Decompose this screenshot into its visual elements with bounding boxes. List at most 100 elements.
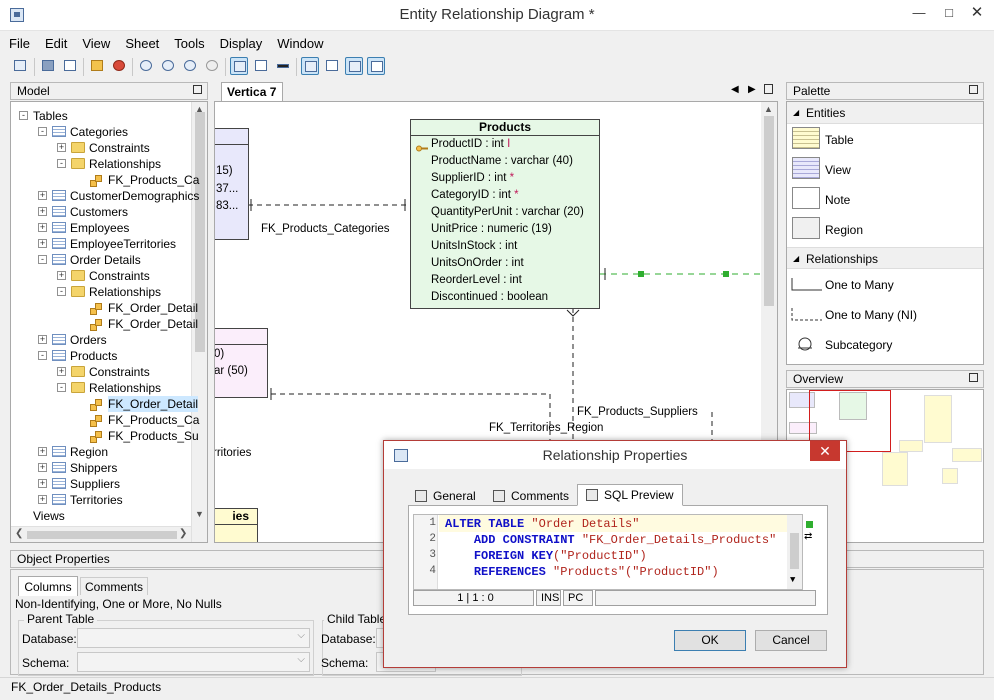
palette-item-one-to-many-ni[interactable]: One to Many (NI): [825, 308, 917, 322]
relationship-label[interactable]: FK_Products_Categories: [261, 223, 389, 235]
tree-item[interactable]: + Orders: [11, 332, 191, 348]
expand-icon[interactable]: +: [38, 447, 47, 456]
display-types-icon[interactable]: [252, 57, 270, 75]
zoom-out-icon[interactable]: [181, 57, 199, 75]
ok-button[interactable]: OK: [674, 630, 746, 651]
relationship-label[interactable]: FK_Territories_Region: [489, 422, 603, 434]
tree-item[interactable]: Views: [11, 508, 191, 524]
tree-item[interactable]: - Categories: [11, 124, 191, 140]
save-icon[interactable]: [11, 57, 29, 75]
maximize-icon[interactable]: [969, 85, 978, 94]
null-icon[interactable]: [323, 57, 341, 75]
tree-item[interactable]: FK_Order_Detail: [11, 300, 198, 316]
expand-icon[interactable]: +: [38, 335, 47, 344]
sql-scroll-thumb[interactable]: [790, 533, 799, 569]
zoom-in-icon[interactable]: [159, 57, 177, 75]
scroll-down-icon[interactable]: ▼: [790, 575, 795, 585]
expand-icon[interactable]: +: [57, 367, 66, 376]
palette-item-note[interactable]: Note: [825, 193, 850, 207]
expand-icon[interactable]: +: [38, 191, 47, 200]
palette-item-table[interactable]: Table: [825, 133, 854, 147]
collapse-icon[interactable]: -: [38, 351, 47, 360]
entity-attribute[interactable]: UnitsInStock : int: [411, 238, 599, 255]
tree-item[interactable]: FK_Products_Ca: [11, 172, 199, 188]
menu-view[interactable]: View: [73, 32, 116, 51]
tree-item[interactable]: - Order Details: [11, 252, 191, 268]
relationship-label[interactable]: FK_Products_Suppliers: [577, 406, 698, 418]
tree-item[interactable]: + Shippers: [11, 460, 191, 476]
notes-icon[interactable]: [345, 57, 363, 75]
expand-icon[interactable]: +: [38, 239, 47, 248]
menu-file[interactable]: File: [0, 32, 36, 51]
expand-icon[interactable]: +: [38, 223, 47, 232]
maximize-icon[interactable]: [969, 373, 978, 382]
expand-icon[interactable]: +: [38, 207, 47, 216]
entity-attribute[interactable]: ProductName : varchar (40): [411, 153, 599, 170]
tree-item[interactable]: FK_Order_Detail: [11, 316, 198, 332]
scroll-right-icon[interactable]: ❯: [179, 528, 187, 539]
zoom-fit-icon[interactable]: [137, 57, 155, 75]
tree-item[interactable]: + Constraints: [11, 140, 191, 156]
parent-database-select[interactable]: [77, 628, 310, 648]
entity-attribute[interactable]: SupplierID : int *: [411, 170, 599, 187]
entity-products[interactable]: Products ProductID : int I ProductName : …: [410, 119, 600, 309]
tree-horizontal-scrollbar[interactable]: ❮ ❯: [11, 526, 191, 542]
entity-attribute[interactable]: UnitsOnOrder : int: [411, 255, 599, 272]
tab-comments[interactable]: Comments: [80, 577, 148, 595]
print-icon[interactable]: [39, 57, 57, 75]
collapse-icon[interactable]: -: [19, 111, 28, 120]
menu-display[interactable]: Display: [211, 32, 269, 51]
grid-icon[interactable]: [301, 57, 319, 75]
entity-attribute[interactable]: ReorderLevel : int: [411, 272, 599, 289]
stop-icon[interactable]: [110, 57, 128, 75]
tab-list-icon[interactable]: [764, 84, 773, 94]
tree-item[interactable]: - Relationships: [11, 380, 191, 396]
menu-edit[interactable]: Edit: [36, 32, 73, 51]
tree-hscroll-thumb[interactable]: [27, 531, 177, 539]
expand-icon[interactable]: +: [38, 463, 47, 472]
entity-categories-partial[interactable]: 15) 37... 83...: [215, 128, 249, 240]
entity-attribute[interactable]: Discontinued : boolean: [411, 289, 599, 306]
collapse-icon[interactable]: -: [38, 255, 47, 264]
entity-attribute[interactable]: QuantityPerUnit : varchar (20): [411, 204, 599, 221]
tab-scroll-right-icon[interactable]: ▶: [748, 84, 756, 95]
display-columns-icon[interactable]: [230, 57, 248, 75]
tab-general[interactable]: General: [406, 485, 485, 505]
tree-item[interactable]: FK_Order_Detail: [11, 396, 199, 412]
expand-icon[interactable]: +: [57, 271, 66, 280]
key-icon[interactable]: [367, 57, 385, 75]
tab-sql-preview[interactable]: SQL Preview: [577, 484, 683, 506]
tree-item[interactable]: + Constraints: [11, 268, 191, 284]
tree-item[interactable]: - Tables: [11, 108, 191, 124]
entity-attribute[interactable]: ProductID : int I: [411, 136, 599, 153]
canvas-scroll-thumb[interactable]: [764, 116, 774, 306]
collapse-icon[interactable]: -: [57, 159, 66, 168]
sql-scrollbar[interactable]: ▼: [787, 515, 802, 589]
entity-attribute[interactable]: UnitPrice : numeric (19): [411, 221, 599, 238]
page-setup-icon[interactable]: [61, 57, 79, 75]
tree-item[interactable]: + Customers: [11, 204, 191, 220]
dialog-close-button[interactable]: ✕: [810, 441, 840, 461]
expand-icon[interactable]: +: [57, 143, 66, 152]
parent-schema-select[interactable]: [77, 652, 310, 672]
tree-item[interactable]: + Constraints: [11, 364, 191, 380]
tree-item[interactable]: - Relationships: [11, 156, 191, 172]
collapse-icon[interactable]: -: [57, 383, 66, 392]
tree-item[interactable]: + CustomerDemographics: [11, 188, 199, 204]
tree-item[interactable]: + Region: [11, 444, 191, 460]
expand-icon[interactable]: +: [38, 479, 47, 488]
tree-item[interactable]: - Products: [11, 348, 191, 364]
maximize-icon[interactable]: [193, 85, 202, 94]
tree-item[interactable]: + Territories: [11, 492, 191, 508]
close-button[interactable]: ✕: [962, 0, 992, 28]
tree-item[interactable]: + Employees: [11, 220, 191, 236]
tree-item[interactable]: - Relationships: [11, 284, 191, 300]
menu-sheet[interactable]: Sheet: [116, 32, 165, 51]
tree-item[interactable]: + Suppliers: [11, 476, 191, 492]
tab-scroll-left-icon[interactable]: ◀: [731, 84, 739, 95]
menu-window[interactable]: Window: [268, 32, 329, 51]
tree-item[interactable]: + EmployeeTerritories: [11, 236, 191, 252]
palette-item-subcategory[interactable]: Subcategory: [825, 338, 892, 352]
tree-item[interactable]: FK_Products_Su: [11, 428, 199, 444]
expand-icon[interactable]: +: [38, 495, 47, 504]
